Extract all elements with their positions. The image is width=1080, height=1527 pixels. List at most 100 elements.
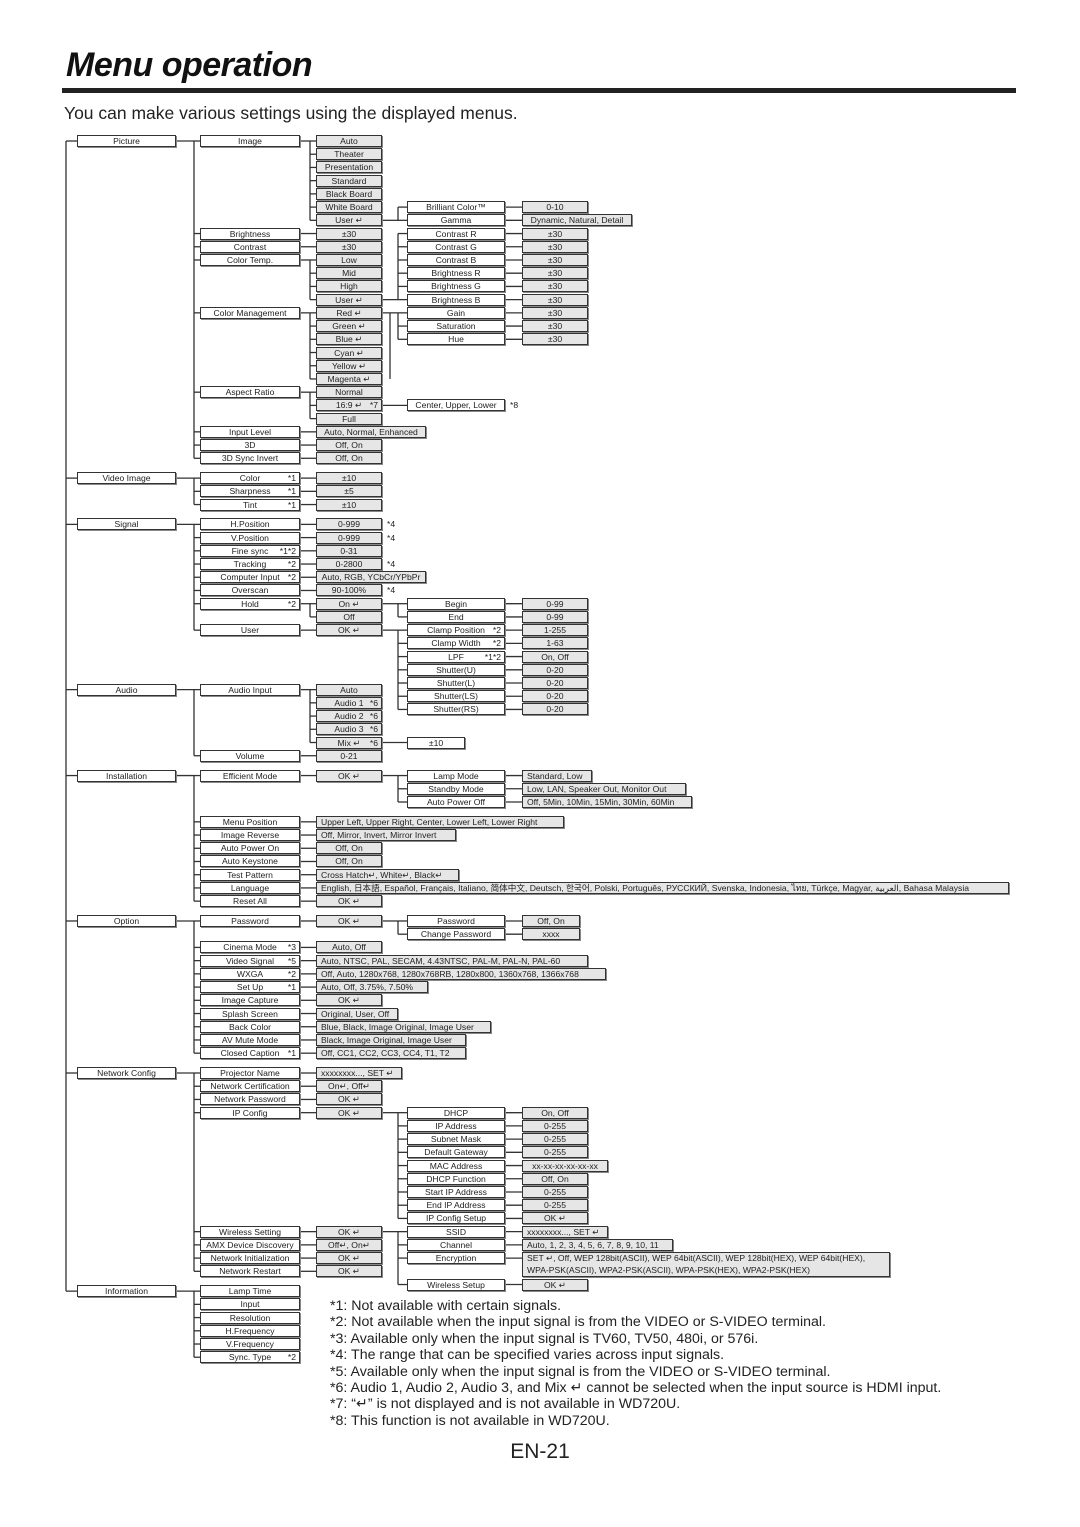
menu-item: Sync. Type *2: [200, 1351, 300, 1364]
menu-label: Tracking: [233, 559, 267, 570]
menu-label: ±30: [547, 228, 563, 239]
menu-label: Standard, Low: [527, 770, 583, 781]
menu-item: IP Config: [200, 1106, 300, 1119]
menu-value: 0-255: [522, 1119, 588, 1132]
menu-value: Off, Mirror, Invert, Mirror Invert: [316, 829, 456, 842]
menu-item: Hue: [407, 333, 505, 346]
footnote-ref: *1*2: [484, 651, 501, 662]
menu-value: Auto, Off, 3.75%, 7.50%: [316, 981, 428, 994]
menu-label: Video Signal: [225, 955, 275, 966]
menu-item: Begin: [407, 597, 505, 610]
menu-item: Image Reverse: [200, 829, 300, 842]
menu-label: xxxxxxxx..., SET ↵: [321, 1068, 394, 1078]
menu-item: 3D: [200, 439, 300, 452]
menu-label: English, 日本語, Español, Français, Italian…: [321, 882, 970, 893]
menu-value: 0-20: [522, 663, 588, 676]
menu-value: ±30: [316, 227, 382, 240]
menu-value: Audio 2 *6: [316, 710, 382, 723]
menu-item: Auto Keystone: [200, 855, 300, 868]
menu-item: Volume: [200, 749, 300, 762]
menu-value: Mid: [316, 267, 382, 280]
menu-label: H.Position: [230, 519, 270, 530]
menu-item: WXGA *2: [200, 967, 300, 980]
menu-label: Auto, 1, 2, 3, 4, 5, 6, 7, 8, 9, 10, 11: [527, 1239, 659, 1250]
footnote-ref: *4: [387, 559, 396, 570]
menu-item: Contrast: [200, 240, 300, 253]
menu-label: OK ↵: [337, 1094, 360, 1105]
menu-label: Brightness: [229, 228, 271, 239]
menu-item: Brightness: [200, 227, 300, 240]
menu-label: Upper Left, Upper Right, Center, Lower L…: [321, 816, 538, 827]
menu-item: AMX Device Discovery: [200, 1238, 300, 1251]
menu-item: Gamma: [407, 214, 505, 227]
menu-item: 3D Sync Invert: [200, 452, 300, 465]
menu-value: Green ↵: [316, 320, 382, 333]
menu-label: Network Initialization: [210, 1253, 290, 1264]
menu-label: MAC Address: [429, 1160, 483, 1171]
menu-label: Red ↵: [336, 307, 362, 318]
footnote-ref: *2: [287, 968, 296, 979]
menu-label: ±30: [547, 241, 563, 252]
footnote-ref: *6: [369, 724, 378, 735]
footnote-ref: *4: [387, 519, 396, 530]
menu-label: Standby Mode: [428, 783, 484, 794]
menu-label: Off↵, On↵: [328, 1239, 370, 1250]
menu-item: Computer Input *2: [200, 571, 300, 584]
menu-value: 16:9 ↵ *7: [316, 399, 382, 412]
footnote-ref: *1: [287, 499, 296, 510]
menu-item: Subnet Mask: [407, 1133, 505, 1146]
menu-item: Audio: [77, 683, 176, 696]
footnote: *8: This function is not available in WD…: [330, 1412, 610, 1429]
menu-label: Splash Screen: [222, 1008, 278, 1019]
menu-value: Off, 5Min, 10Min, 15Min, 30Min, 60Min: [522, 796, 692, 808]
menu-label: ±30: [547, 254, 563, 265]
menu-item: User: [200, 624, 300, 637]
menu-item: Center, Upper, Lower: [407, 399, 505, 412]
menu-value: Auto, NTSC, PAL, SECAM, 4.43NTSC, PAL-M,…: [316, 954, 588, 967]
menu-label: OK ↵: [337, 1107, 360, 1118]
menu-item: Cinema Mode *3: [200, 941, 300, 954]
menu-label: Reset All: [233, 896, 267, 907]
menu-label: Network Password: [214, 1094, 286, 1105]
menu-item: Change Password: [407, 928, 505, 941]
menu-label: Low, LAN, Speaker Out, Monitor Out: [527, 783, 667, 794]
menu-value: 0-21: [316, 749, 382, 762]
menu-item: Closed Caption *1: [200, 1047, 300, 1060]
menu-value: Audio 1 *6: [316, 696, 382, 709]
menu-label: Audio 2: [334, 711, 364, 722]
menu-label: Contrast R: [435, 228, 477, 239]
menu-value: OK ↵: [522, 1212, 588, 1225]
menu-label: Fine sync: [231, 545, 269, 556]
menu-label: Begin: [445, 598, 467, 609]
menu-label: Black Board: [325, 188, 373, 199]
menu-label: Gamma: [440, 215, 472, 226]
menu-value: Cross Hatch↵, White↵, Black↵: [316, 868, 459, 881]
menu-label: Language: [230, 882, 270, 893]
menu-label: WXGA: [236, 968, 264, 979]
menu-label: Yellow ↵: [331, 360, 367, 371]
menu-label: ±10: [341, 473, 357, 484]
menu-item: Contrast G: [407, 240, 505, 253]
menu-item: Aspect Ratio: [200, 386, 300, 399]
menu-value: 1-255: [522, 624, 588, 637]
menu-label: Password: [437, 915, 475, 926]
menu-label: Shutter(U): [436, 664, 476, 675]
menu-label: 0-21: [340, 750, 358, 761]
menu-label: OK ↵: [337, 915, 360, 926]
menu-value: High: [316, 280, 382, 293]
menu-value: 0-255: [522, 1146, 588, 1159]
menu-label: Sharpness: [229, 486, 271, 497]
menu-label: 0-20: [546, 664, 564, 675]
menu-value: 0-999: [316, 518, 382, 531]
menu-label: 0-255: [544, 1120, 566, 1131]
menu-label: Center, Upper, Lower: [415, 400, 497, 411]
menu-label: Auto, NTSC, PAL, SECAM, 4.43NTSC, PAL-M,…: [321, 955, 561, 966]
menu-label: Lamp Mode: [433, 770, 479, 781]
menu-label: IP Config Setup: [425, 1213, 487, 1224]
menu-label: Contrast: [233, 241, 267, 252]
menu-label: ±30: [547, 294, 563, 305]
menu-item: Password: [407, 914, 505, 927]
menu-item: Shutter(L): [407, 677, 505, 690]
menu-label: Image Reverse: [220, 830, 280, 841]
menu-item: Audio Input: [200, 683, 300, 696]
